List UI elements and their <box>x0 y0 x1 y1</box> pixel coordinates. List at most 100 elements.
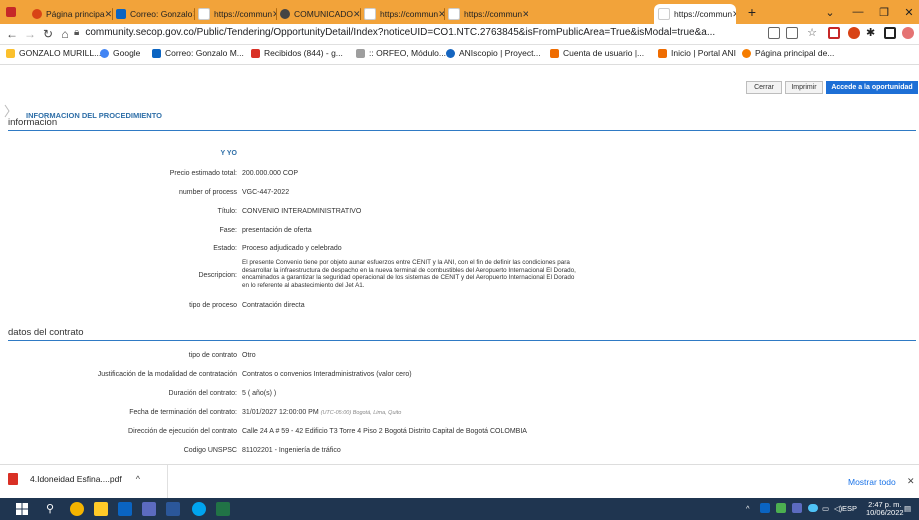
print-button[interactable]: Imprimir <box>785 81 823 94</box>
word-icon[interactable] <box>166 502 180 516</box>
extension-icon[interactable] <box>828 27 840 39</box>
home-page-icon <box>742 48 751 58</box>
profile-icon[interactable] <box>0 0 22 24</box>
field-label: Dirección de ejecución del contrato <box>128 428 237 435</box>
extension-icon[interactable] <box>848 27 860 39</box>
minimize-icon[interactable]: — <box>846 0 870 24</box>
bookmark-item[interactable]: Google <box>100 48 140 58</box>
chevron-up-icon[interactable]: ^ <box>746 504 750 513</box>
field-value: Contratos o convenios Interadministrativ… <box>242 371 412 378</box>
divider <box>167 465 168 499</box>
section-title-contrato: datos del contrato <box>8 327 84 338</box>
chevron-right-icon[interactable] <box>4 104 10 118</box>
description-line: encaminados a garantizar la seguridad op… <box>242 274 575 282</box>
close-icon[interactable]: ✕ <box>353 9 360 20</box>
outlook-tray-icon[interactable] <box>760 503 770 513</box>
security-icon[interactable] <box>792 503 802 513</box>
download-filename: 4.Idoneidad Esfina....pdf <box>30 474 122 484</box>
bookmarks-bar: GONZALO MURILL... Google Correo: Gonzalo… <box>0 45 919 65</box>
download-item[interactable]: 4.Idoneidad Esfina....pdf ^ <box>8 473 140 485</box>
field-value: 5 ( año(s) ) <box>242 390 277 397</box>
outlook-icon <box>152 48 161 58</box>
gmail-icon <box>251 48 260 58</box>
field-label: tipo de contrato <box>188 352 237 359</box>
maximize-icon[interactable]: ❐ <box>872 0 896 24</box>
outlook-icon <box>116 9 126 19</box>
close-icon[interactable]: ✕ <box>105 9 112 20</box>
bookmark-label: Inicio | Portal ANI <box>671 48 737 58</box>
bookmark-item[interactable]: Cuenta de usuario |... <box>550 48 644 58</box>
field-label: Codigo UNSPSC <box>183 447 237 454</box>
bookmark-item[interactable]: Inicio | Portal ANI <box>658 48 736 58</box>
home-icon[interactable]: ⌂ <box>57 26 73 42</box>
clock[interactable]: 2:47 p. m. 10/06/2022 <box>866 501 904 517</box>
notification-icon[interactable]: ▤ <box>904 504 911 513</box>
excel-icon[interactable] <box>216 502 230 516</box>
sidebar-icon[interactable] <box>884 27 896 39</box>
entity-name: Y YO <box>220 150 237 157</box>
windows-start-icon[interactable] <box>16 502 30 516</box>
chrome-icon[interactable] <box>70 502 84 516</box>
field-value: Otro <box>242 352 256 359</box>
access-opportunity-button[interactable]: Accede a la oportunidad <box>826 81 918 94</box>
bookmark-item[interactable]: GONZALO MURILL... <box>6 48 101 58</box>
edge-icon[interactable] <box>192 502 206 516</box>
outlook-icon[interactable] <box>118 502 132 516</box>
tab-commun-1[interactable]: https://commun ✕ <box>194 4 276 24</box>
translate-icon[interactable] <box>768 27 780 39</box>
new-tab-button[interactable]: + <box>740 0 764 24</box>
bookmark-item[interactable]: Correo: Gonzalo M... <box>152 48 244 58</box>
tab-label: Correo: Gonzalo <box>130 9 193 19</box>
description-text: El presente Convenio tiene por objeto au… <box>242 259 662 289</box>
teams-icon[interactable] <box>142 502 156 516</box>
field-label: number of process <box>179 189 237 196</box>
timezone-note: (UTC-05:00) Bogotá, Lima, Quito <box>320 410 402 416</box>
close-icon[interactable]: ✕ <box>522 9 528 20</box>
tab-pagina-principal[interactable]: Página principa ✕ <box>28 4 112 24</box>
aniscopio-icon <box>446 48 455 58</box>
file-explorer-icon[interactable] <box>94 502 108 516</box>
close-icon[interactable]: ✕ <box>907 476 915 487</box>
show-all-link[interactable]: Mostrar todo <box>848 477 896 487</box>
tab-label: Página principa <box>46 9 105 19</box>
tab-search-icon[interactable]: ⌄ <box>818 0 842 24</box>
search-icon[interactable]: ⚲ <box>46 502 60 516</box>
window-close-icon[interactable]: ✕ <box>897 0 919 24</box>
extensions-puzzle-icon[interactable]: ✱ <box>866 27 878 39</box>
close-icon[interactable]: ✕ <box>732 9 736 20</box>
bookmark-item[interactable]: Recibidos (844) - g... <box>251 48 343 58</box>
tab-comunicado[interactable]: COMUNICADO ✕ <box>276 4 360 24</box>
tab-label: https://commun <box>380 9 439 19</box>
avatar[interactable] <box>902 27 914 39</box>
close-button[interactable]: Cerrar <box>746 81 782 94</box>
bookmark-item[interactable]: ANIscopio | Proyect... <box>446 48 541 58</box>
reload-icon[interactable]: ↻ <box>40 26 56 42</box>
orfeo-icon <box>356 48 365 58</box>
field-value: 31/01/2027 12:00:00 PM (UTC-05:00) Bogot… <box>242 409 401 416</box>
browser-toolbar: ← → ↻ ⌂ 🔒︎ community.secop.gov.co/Public/… <box>0 24 919 45</box>
tray-icon[interactable] <box>776 503 786 513</box>
bookmark-label: Página principal de... <box>755 48 835 58</box>
battery-icon[interactable]: ▭ <box>822 504 829 513</box>
tab-commun-2[interactable]: https://commun ✕ <box>360 4 444 24</box>
address-bar[interactable]: 🔒︎ community.secop.gov.co/Public/Tenderin… <box>74 27 715 38</box>
back-icon[interactable]: ← <box>4 26 20 42</box>
bookmark-item[interactable]: Página principal de... <box>742 48 834 58</box>
bookmark-star-icon[interactable]: ☆ <box>806 27 818 39</box>
onedrive-icon[interactable] <box>808 504 818 512</box>
tab-commun-active[interactable]: https://commun ✕ <box>654 4 736 24</box>
field-value: Contratación directa <box>242 302 305 309</box>
chevron-up-icon[interactable]: ^ <box>136 474 140 484</box>
share-icon[interactable] <box>786 27 798 39</box>
bookmark-item[interactable]: :: ORFEO, Módulo... <box>356 48 446 58</box>
tab-correo[interactable]: Correo: Gonzalo ✕ <box>112 4 194 24</box>
field-label: Fecha de terminación del contrato: <box>129 409 237 416</box>
field-value: VGC-447-2022 <box>242 189 290 196</box>
tab-commun-3[interactable]: https://commun ✕ <box>444 4 528 24</box>
bookmark-label: Google <box>113 48 141 58</box>
lock-icon: 🔒︎ <box>74 27 80 38</box>
field-label: Precio estimado total: <box>169 170 237 177</box>
language-indicator[interactable]: ESP <box>842 504 857 513</box>
description-line: en lo referente al abastecimiento del Je… <box>242 281 365 289</box>
forward-icon[interactable]: → <box>22 26 38 42</box>
